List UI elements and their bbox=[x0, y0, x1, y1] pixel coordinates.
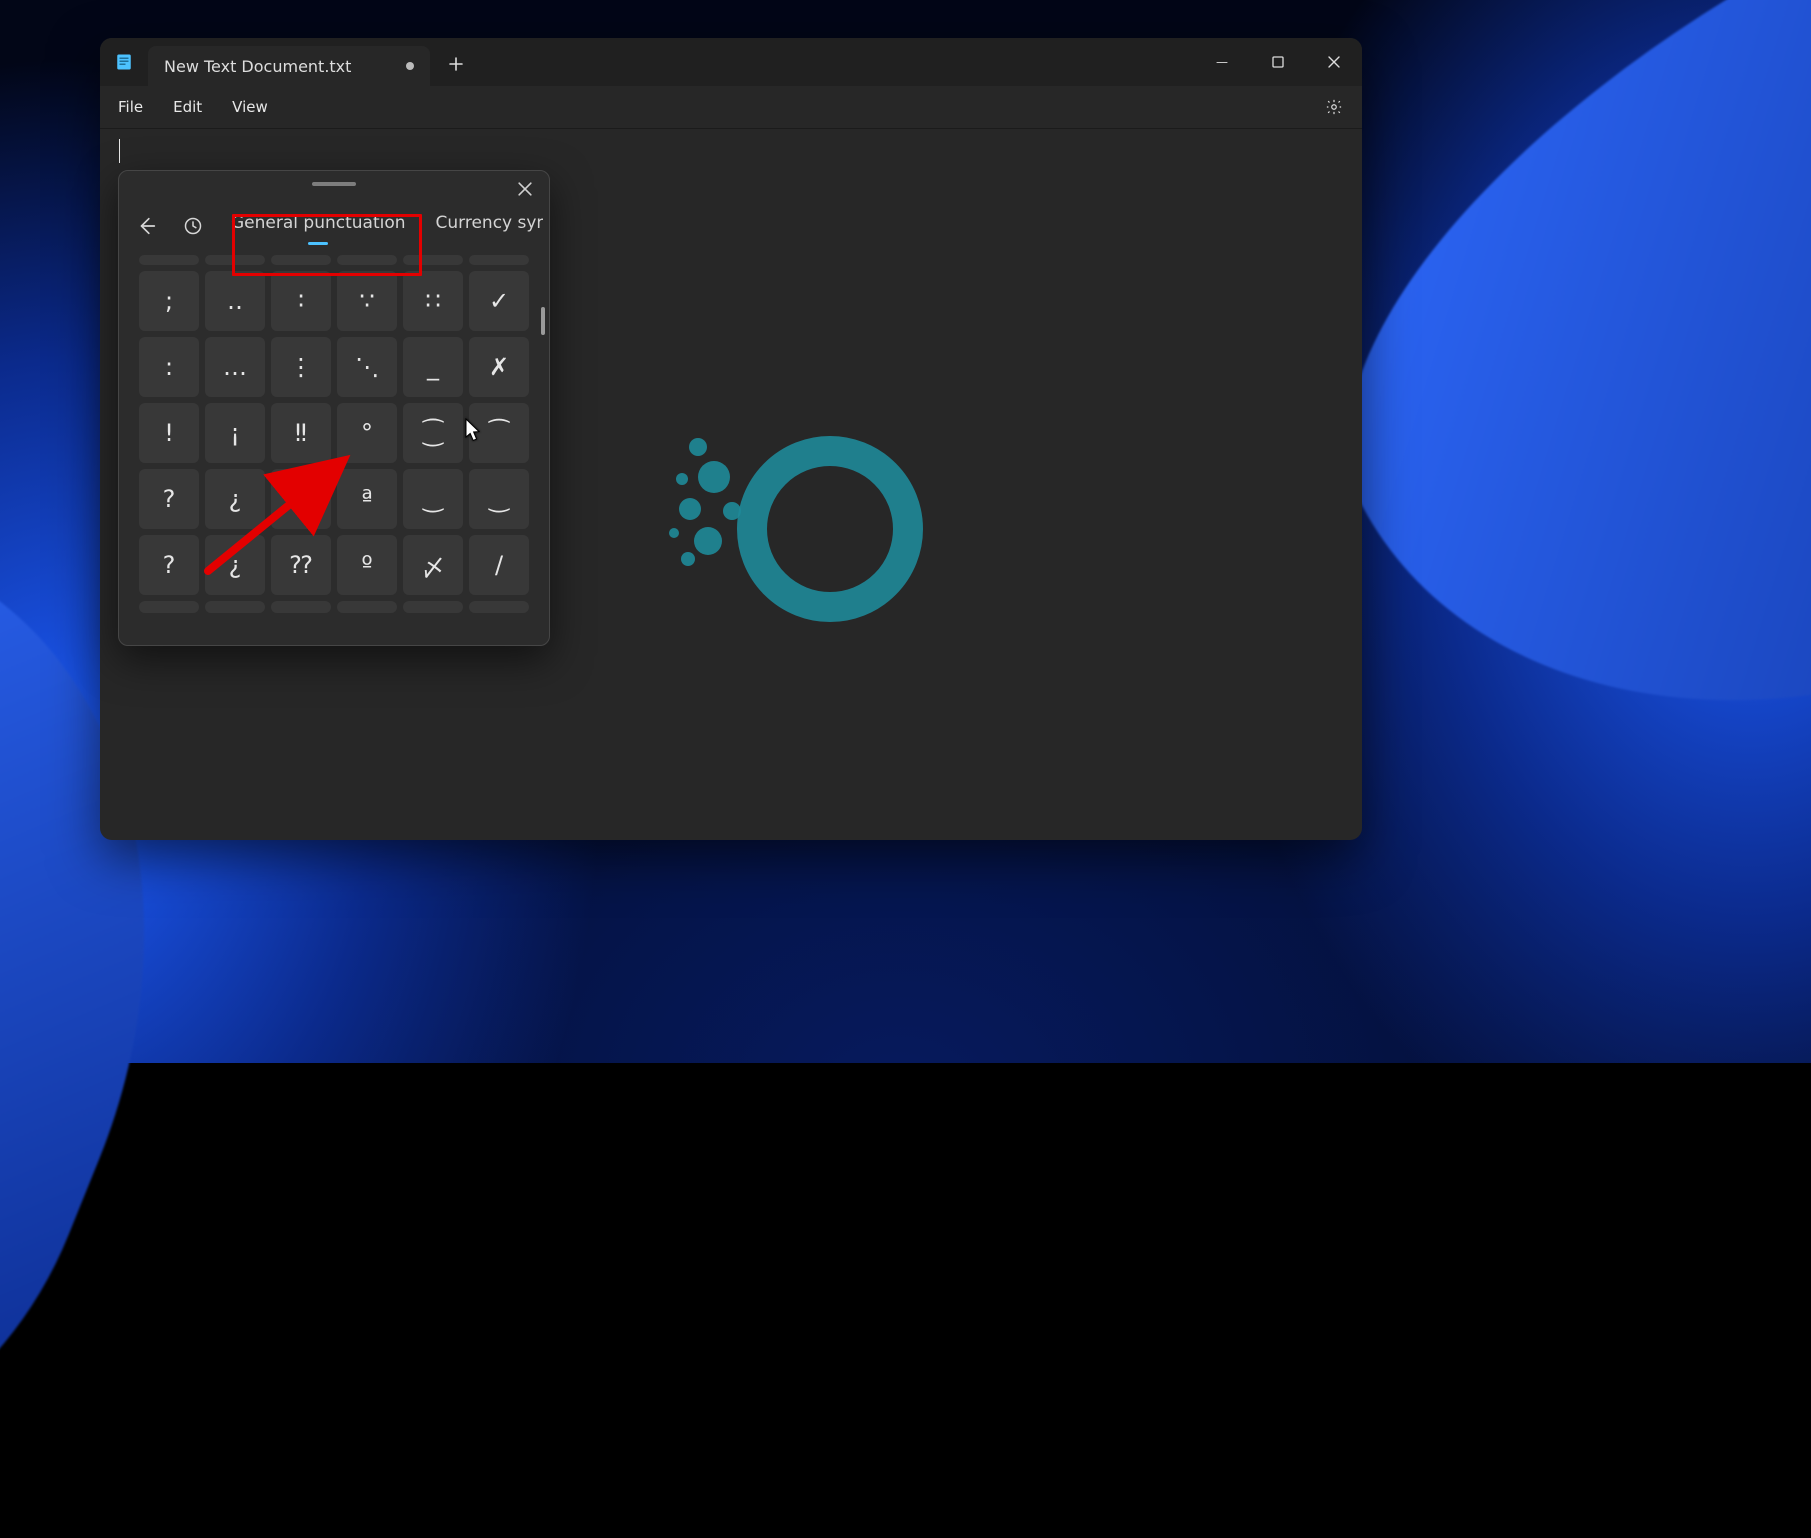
symbol-cell[interactable] bbox=[205, 255, 265, 265]
symbol-cell[interactable]: ⋱ bbox=[337, 337, 397, 397]
symbol-cell[interactable] bbox=[205, 601, 265, 613]
symbol-cell[interactable] bbox=[403, 255, 463, 265]
symbol-cell[interactable]: ? bbox=[139, 535, 199, 595]
symbol-grid-wrap: ;‥∶∵∷✓:…⋮⋱_✗!¡‼°⁐⁀?¿⁈ª‿‿?¿⁇º〆/ bbox=[119, 255, 549, 645]
symbol-cell[interactable]: ¿ bbox=[205, 535, 265, 595]
symbol-cell[interactable]: ⋮ bbox=[271, 337, 331, 397]
menu-edit[interactable]: Edit bbox=[159, 92, 216, 122]
symbol-cell[interactable]: ✗ bbox=[469, 337, 529, 397]
symbol-cell[interactable]: ⁀ bbox=[469, 403, 529, 463]
watermark-graphic bbox=[660, 419, 928, 629]
panel-grip[interactable] bbox=[119, 171, 549, 197]
tab-strip: New Text Document.txt bbox=[100, 38, 1194, 86]
window-controls: — bbox=[1194, 38, 1362, 86]
symbol-cell[interactable]: ¡ bbox=[205, 403, 265, 463]
panel-scrollbar[interactable] bbox=[541, 307, 545, 335]
symbol-cell[interactable] bbox=[139, 255, 199, 265]
symbol-cell[interactable]: / bbox=[469, 535, 529, 595]
symbol-cell[interactable] bbox=[271, 255, 331, 265]
symbol-cell[interactable]: ∷ bbox=[403, 271, 463, 331]
maximize-button[interactable] bbox=[1250, 38, 1306, 86]
new-tab-button[interactable] bbox=[436, 44, 476, 84]
symbol-cell[interactable]: ✓ bbox=[469, 271, 529, 331]
titlebar: New Text Document.txt — bbox=[100, 38, 1362, 86]
symbol-cell[interactable]: ∶ bbox=[271, 271, 331, 331]
symbol-cell[interactable]: … bbox=[205, 337, 265, 397]
symbol-cell[interactable]: _ bbox=[403, 337, 463, 397]
category-row: General punctuation Currency symb bbox=[119, 197, 549, 255]
category-scroll[interactable]: General punctuation Currency symb bbox=[219, 205, 543, 247]
symbol-cell[interactable]: ⁐ bbox=[403, 403, 463, 463]
symbol-cell[interactable]: º bbox=[337, 535, 397, 595]
symbol-cell[interactable]: ¿ bbox=[205, 469, 265, 529]
symbol-cell[interactable] bbox=[469, 255, 529, 265]
symbol-cell[interactable]: 〆 bbox=[403, 535, 463, 595]
symbol-cell[interactable]: : bbox=[139, 337, 199, 397]
symbol-cell[interactable]: ? bbox=[139, 469, 199, 529]
symbol-cell[interactable] bbox=[139, 601, 199, 613]
menu-view[interactable]: View bbox=[218, 92, 282, 122]
minimize-button[interactable]: — bbox=[1194, 38, 1250, 86]
symbol-cell[interactable]: ° bbox=[337, 403, 397, 463]
symbol-cell[interactable]: ‿ bbox=[403, 469, 463, 529]
tab-title: New Text Document.txt bbox=[164, 57, 351, 76]
symbol-cell[interactable] bbox=[403, 601, 463, 613]
recent-button[interactable] bbox=[173, 206, 213, 246]
symbol-cell[interactable] bbox=[469, 601, 529, 613]
symbol-cell[interactable]: ‿ bbox=[469, 469, 529, 529]
symbol-cell[interactable]: ! bbox=[139, 403, 199, 463]
text-caret bbox=[119, 139, 120, 163]
category-general-punctuation[interactable]: General punctuation bbox=[225, 205, 412, 247]
symbol-grid: ;‥∶∵∷✓:…⋮⋱_✗!¡‼°⁐⁀?¿⁈ª‿‿?¿⁇º〆/ bbox=[139, 255, 539, 595]
symbol-cell[interactable]: ∵ bbox=[337, 271, 397, 331]
settings-button[interactable] bbox=[1318, 91, 1350, 123]
symbol-cell[interactable]: ; bbox=[139, 271, 199, 331]
category-currency-symbols[interactable]: Currency symb bbox=[430, 205, 543, 247]
symbol-panel: General punctuation Currency symb ;‥∶∵∷✓… bbox=[118, 170, 550, 646]
back-button[interactable] bbox=[127, 206, 167, 246]
tab-dirty-dot bbox=[406, 62, 414, 70]
menubar: File Edit View bbox=[100, 86, 1362, 129]
symbol-cell[interactable] bbox=[271, 601, 331, 613]
symbol-cell[interactable] bbox=[337, 255, 397, 265]
menu-file[interactable]: File bbox=[104, 92, 157, 122]
notepad-icon bbox=[100, 53, 148, 71]
panel-close-button[interactable] bbox=[509, 173, 541, 205]
symbol-cell[interactable]: ⁇ bbox=[271, 535, 331, 595]
tab-active[interactable]: New Text Document.txt bbox=[148, 46, 430, 86]
symbol-cell[interactable]: ‥ bbox=[205, 271, 265, 331]
symbol-cell[interactable]: ⁈ bbox=[271, 469, 331, 529]
symbol-cell[interactable]: ª bbox=[337, 469, 397, 529]
symbol-cell[interactable]: ‼ bbox=[271, 403, 331, 463]
symbol-cell[interactable] bbox=[337, 601, 397, 613]
close-window-button[interactable] bbox=[1306, 38, 1362, 86]
